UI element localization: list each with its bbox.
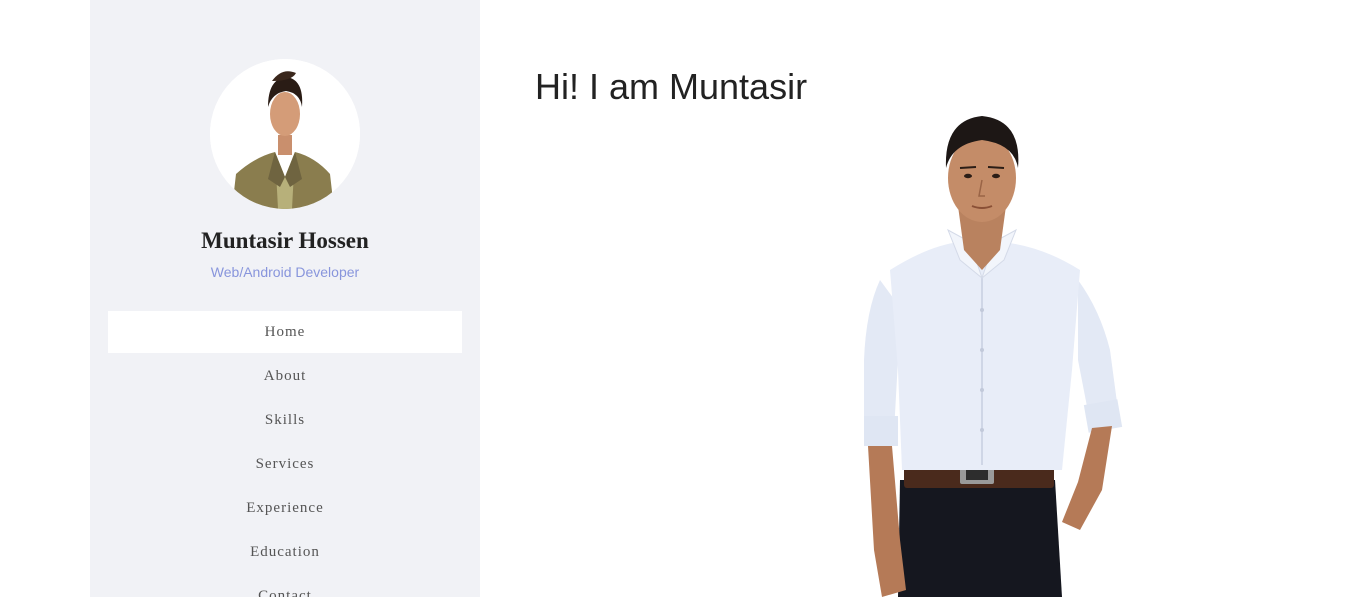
avatar-photo: [210, 59, 360, 209]
nav-item-home[interactable]: Home: [108, 311, 462, 353]
nav-item-skills[interactable]: Skills: [108, 399, 462, 441]
nav-item-contact[interactable]: Contact: [108, 575, 462, 597]
hero-photo: [840, 110, 1140, 597]
hero-greeting: Hi! I am Muntasir: [535, 66, 808, 107]
profile-role: Web/Android Developer: [210, 264, 360, 280]
nav-item-education[interactable]: Education: [108, 531, 462, 573]
sidebar: Muntasir Hossen Web/Android Developer Ho…: [90, 0, 480, 597]
hero-person-image: [864, 116, 1123, 597]
sidebar-nav: Home About Skills Services Experience Ed…: [108, 311, 462, 597]
nav-item-about[interactable]: About: [108, 355, 462, 397]
profile-name: Muntasir Hossen: [201, 228, 369, 253]
nav-item-experience[interactable]: Experience: [108, 487, 462, 529]
page: Muntasir Hossen Web/Android Developer Ho…: [0, 0, 1349, 597]
nav-item-services[interactable]: Services: [108, 443, 462, 485]
avatar: [210, 59, 360, 209]
